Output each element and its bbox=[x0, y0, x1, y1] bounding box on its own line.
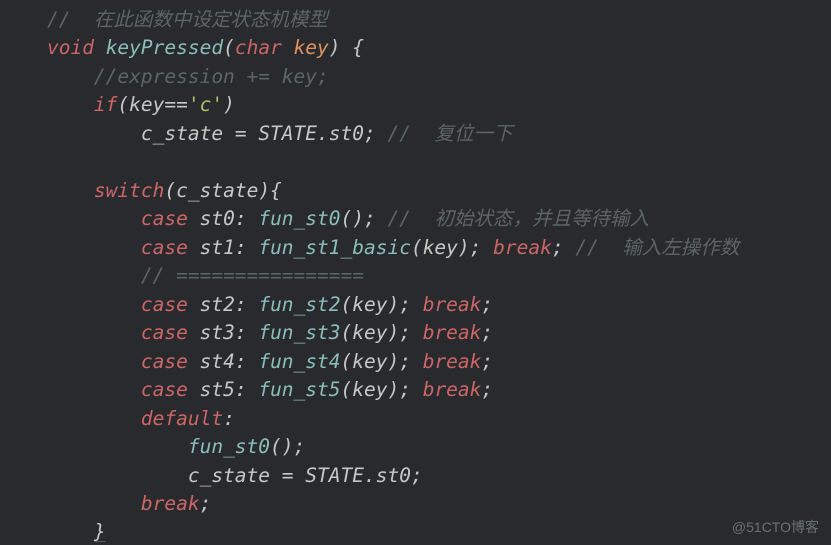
code-line: c_state = STATE.st0; bbox=[0, 464, 423, 487]
code-line: void keyPressed(char key) { bbox=[0, 36, 364, 59]
code-line: case st3: fun_st3(key); break; bbox=[0, 321, 493, 344]
code-line: default: bbox=[0, 407, 235, 430]
code-line: } bbox=[0, 520, 106, 543]
code-line: fun_st0(); bbox=[0, 435, 305, 458]
code-line: if(key=='c') bbox=[0, 93, 235, 116]
code-line: switch(c_state){ bbox=[0, 179, 282, 202]
code-line: case st0: fun_st0(); // 初始状态，并且等待输入 bbox=[0, 207, 649, 230]
code-line: case st2: fun_st2(key); break; bbox=[0, 293, 493, 316]
watermark: @51CTO博客 bbox=[732, 517, 819, 537]
code-line: case st1: fun_st1_basic(key); break; // … bbox=[0, 236, 739, 259]
code-line: //expression += key; bbox=[0, 65, 329, 88]
code-block: // 在此函数中设定状态机模型 void keyPressed(char key… bbox=[0, 0, 831, 545]
code-line: c_state = STATE.st0; // 复位一下 bbox=[0, 122, 512, 145]
code-line: break; bbox=[0, 492, 211, 515]
code-line: case st4: fun_st4(key); break; bbox=[0, 350, 493, 373]
code-line: // 在此函数中设定状态机模型 bbox=[0, 8, 328, 31]
code-line: case st5: fun_st5(key); break; bbox=[0, 378, 493, 401]
code-line: // ================ bbox=[0, 264, 364, 287]
